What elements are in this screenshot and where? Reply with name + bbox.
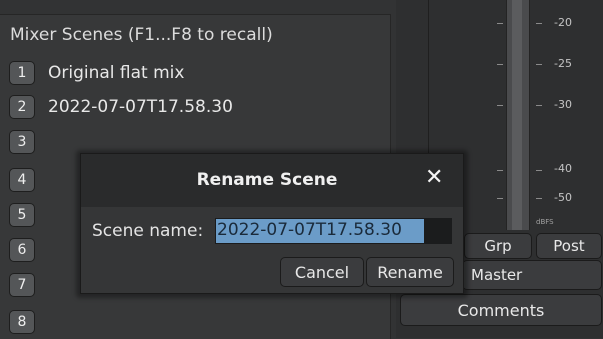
- rename-button[interactable]: Rename: [366, 257, 454, 287]
- scene-recall-button-4[interactable]: 4: [9, 168, 35, 192]
- meter-tick: [536, 105, 542, 106]
- selected-text: 2022-07-07T17.58.30: [217, 220, 402, 240]
- scene-name-label: Scene name:: [92, 221, 204, 241]
- meter-scale-label: -30: [554, 98, 572, 111]
- meter-tick: [497, 198, 503, 199]
- meter-tick: [497, 105, 503, 106]
- scene-recall-button-8[interactable]: 8: [9, 310, 35, 334]
- level-meter-fill: [512, 0, 522, 230]
- comments-button[interactable]: Comments: [400, 294, 602, 326]
- cancel-button[interactable]: Cancel: [280, 257, 364, 287]
- master-button[interactable]: Master: [462, 260, 602, 290]
- scene-recall-button-5[interactable]: 5: [9, 203, 35, 227]
- scene-name-1: Original flat mix: [48, 63, 185, 83]
- meter-scale-label: -40: [554, 162, 572, 175]
- meter-tick: [497, 64, 503, 65]
- meter-unit-label: dBFS: [536, 218, 554, 226]
- meter-tick: [536, 64, 542, 65]
- scene-recall-button-2[interactable]: 2: [9, 95, 35, 119]
- meter-tick: [497, 23, 503, 24]
- scenes-panel-title: Mixer Scenes (F1...F8 to recall): [10, 25, 273, 45]
- post-button[interactable]: Post: [536, 233, 602, 259]
- meter-scale-label: -20: [554, 16, 572, 29]
- meter-tick: [536, 198, 542, 199]
- close-icon[interactable]: ✕: [425, 165, 443, 190]
- meter-tick: [536, 170, 542, 171]
- scene-name-2: 2022-07-07T17.58.30: [48, 97, 233, 117]
- scene-recall-button-1[interactable]: 1: [9, 61, 35, 85]
- dialog-title: Rename Scene: [196, 170, 338, 190]
- meter-scale-label: -25: [554, 57, 572, 70]
- meter-scale-label: -50: [554, 191, 572, 204]
- scene-recall-button-7[interactable]: 7: [9, 273, 35, 297]
- grp-button[interactable]: Grp: [464, 233, 532, 259]
- meter-tick: [536, 23, 542, 24]
- scene-recall-button-6[interactable]: 6: [9, 238, 35, 262]
- scene-recall-button-3[interactable]: 3: [9, 130, 35, 154]
- meter-tick: [497, 170, 503, 171]
